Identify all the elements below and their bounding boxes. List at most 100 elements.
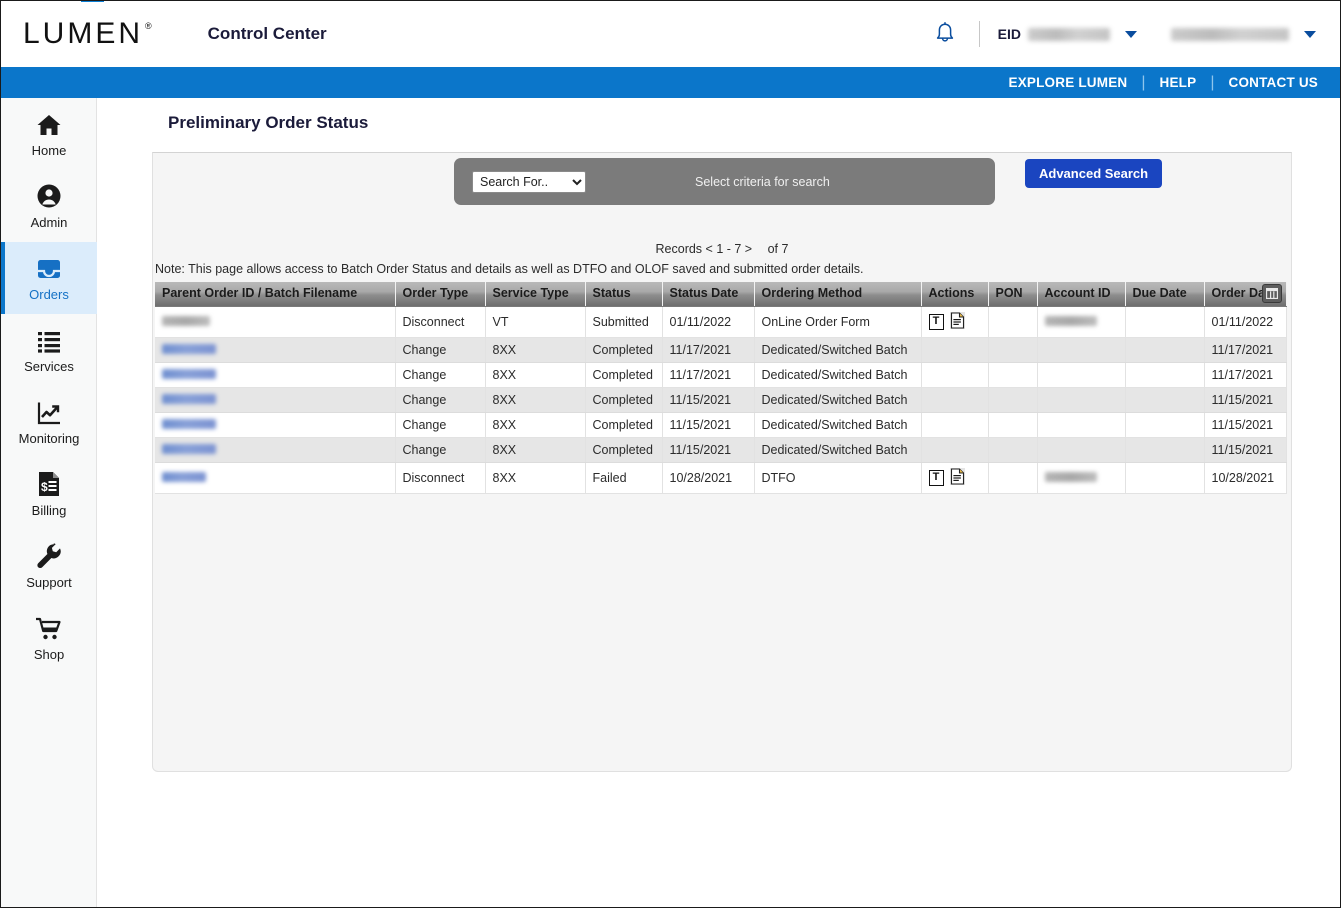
column-header-order-type[interactable]: Order Type <box>395 282 486 307</box>
cell-parent-order-id[interactable] <box>155 437 396 463</box>
sidebar-label-support: Support <box>26 574 72 590</box>
cell-parent-order-id[interactable] <box>155 387 396 413</box>
sidebar-item-monitoring[interactable]: Monitoring <box>1 386 97 458</box>
chevron-down-icon <box>1304 30 1316 38</box>
cell-status-date: 11/15/2021 <box>662 412 755 438</box>
text-icon[interactable]: T <box>928 313 944 330</box>
column-header-ordering-method[interactable]: Ordering Method <box>754 282 922 307</box>
cell-pon <box>988 306 1038 338</box>
table-row[interactable]: Disconnect VT Submitted 01/11/2022 OnLine Or… <box>155 306 1287 338</box>
text-icon[interactable]: T <box>928 469 944 486</box>
sidebar-item-support[interactable]: Support <box>1 530 97 602</box>
cell-status: Completed <box>585 362 663 388</box>
advanced-search-button[interactable]: Advanced Search <box>1025 159 1163 188</box>
cell-parent-order-id[interactable] <box>155 337 396 363</box>
column-header-order-date[interactable]: Order Date <box>1204 282 1287 307</box>
nav-contact-us[interactable]: CONTACT US <box>1229 75 1319 90</box>
cell-parent-order-id[interactable] <box>155 412 396 438</box>
column-header-status-date[interactable]: Status Date <box>662 282 755 307</box>
parent-order-id-redacted[interactable] <box>162 418 216 429</box>
cell-account-id <box>1037 337 1126 363</box>
column-header-actions[interactable]: Actions <box>921 282 989 307</box>
parent-order-id-redacted[interactable] <box>162 471 206 482</box>
parent-order-id-redacted[interactable] <box>162 315 210 326</box>
parent-order-id-redacted[interactable] <box>162 443 216 454</box>
column-header-pon[interactable]: PON <box>988 282 1038 307</box>
cell-ordering-method: OnLine Order Form <box>754 306 922 338</box>
nav-explore-lumen[interactable]: EXPLORE LUMEN <box>1009 75 1128 90</box>
cell-actions <box>921 362 989 388</box>
parent-order-id-redacted[interactable] <box>162 343 216 354</box>
sidebar-item-home[interactable]: Home <box>1 98 97 170</box>
table-grid-icon[interactable] <box>1261 284 1282 303</box>
cell-pon <box>988 387 1038 413</box>
chevron-down-icon <box>1125 30 1137 38</box>
sidebar-item-admin[interactable]: Admin <box>1 170 97 242</box>
table-row[interactable]: Change 8XX Completed 11/17/2021 Dedicated/Sw… <box>155 337 1287 363</box>
sidebar-item-billing[interactable]: $ Billing <box>1 458 97 530</box>
table-row[interactable]: Change 8XX Completed 11/15/2021 Dedicated/Sw… <box>155 412 1287 438</box>
sidebar-item-orders[interactable]: Orders <box>1 242 97 314</box>
column-header-status[interactable]: Status <box>585 282 663 307</box>
global-header: LUMEN ® Control Center EID <box>1 1 1340 67</box>
user-name-redacted <box>1171 27 1289 41</box>
notifications-bell-icon[interactable] <box>929 18 961 50</box>
cell-account-id <box>1037 437 1126 463</box>
cell-due-date <box>1125 462 1205 494</box>
cell-actions <box>921 412 989 438</box>
cell-pon <box>988 337 1038 363</box>
nav-help[interactable]: HELP <box>1160 75 1197 90</box>
cell-parent-order-id[interactable] <box>155 462 396 494</box>
lumen-logo[interactable]: LUMEN ® <box>23 1 152 49</box>
cell-parent-order-id[interactable] <box>155 362 396 388</box>
header-right-cluster: EID <box>929 18 1316 50</box>
eid-selector[interactable]: EID <box>998 26 1137 42</box>
document-icon[interactable] <box>949 467 965 488</box>
table-row[interactable]: Change 8XX Completed 11/15/2021 Dedicated/Sw… <box>155 437 1287 463</box>
utility-nav-bar: EXPLORE LUMEN | HELP | CONTACT US <box>1 67 1340 98</box>
cell-ordering-method: Dedicated/Switched Batch <box>754 387 922 413</box>
cell-service-type: 8XX <box>485 387 586 413</box>
parent-order-id-redacted[interactable] <box>162 368 216 379</box>
cell-parent-order-id[interactable] <box>155 306 396 338</box>
svg-text:$: $ <box>41 480 48 494</box>
sidebar-label-admin: Admin <box>30 214 68 230</box>
records-range[interactable]: < 1 - 7 > <box>706 242 753 256</box>
column-header-service-type[interactable]: Service Type <box>485 282 586 307</box>
cell-service-type: 8XX <box>485 337 586 363</box>
column-header-parent-order-id[interactable]: Parent Order ID / Batch Filename <box>155 282 396 307</box>
document-icon[interactable] <box>949 311 965 332</box>
search-toolbar: Search For.. Select criteria for search … <box>153 153 1291 211</box>
column-header-account-id[interactable]: Account ID <box>1037 282 1126 307</box>
action-icon-group: T <box>928 311 988 332</box>
cell-order-type: Disconnect <box>395 462 486 494</box>
column-header-due-date[interactable]: Due Date <box>1125 282 1205 307</box>
table-row[interactable]: Disconnect 8XX Failed 10/28/2021 DTFO T 10/28/… <box>155 462 1287 494</box>
cell-status-date: 11/15/2021 <box>662 387 755 413</box>
search-criteria-hint: Select criteria for search <box>695 174 830 189</box>
sidebar-item-services[interactable]: Services <box>1 314 97 386</box>
wrench-icon <box>36 542 62 569</box>
cell-order-type: Disconnect <box>395 306 486 338</box>
search-for-select[interactable]: Search For.. <box>472 170 586 193</box>
cell-order-date: 11/15/2021 <box>1204 437 1287 463</box>
account-id-redacted <box>1044 315 1097 326</box>
cell-order-date: 10/28/2021 <box>1204 462 1287 494</box>
user-circle-icon <box>36 183 62 209</box>
user-account-menu[interactable] <box>1137 27 1316 41</box>
table-row[interactable]: Change 8XX Completed 11/15/2021 Dedicated/Sw… <box>155 387 1287 413</box>
cell-status: Submitted <box>585 306 663 338</box>
page-title: Preliminary Order Status <box>168 113 369 132</box>
table-row[interactable]: Change 8XX Completed 11/17/2021 Dedicated/Sw… <box>155 362 1287 388</box>
cell-service-type: 8XX <box>485 362 586 388</box>
cell-due-date <box>1125 437 1205 463</box>
cell-order-date: 01/11/2022 <box>1204 306 1287 338</box>
cell-order-date: 11/17/2021 <box>1204 337 1287 363</box>
parent-order-id-redacted[interactable] <box>162 393 216 404</box>
cell-due-date <box>1125 412 1205 438</box>
sidebar-item-shop[interactable]: Shop <box>1 602 97 674</box>
cell-service-type: 8XX <box>485 462 586 494</box>
sidebar-label-monitoring: Monitoring <box>18 430 80 446</box>
lumen-logo-accent-bar <box>81 1 104 2</box>
cell-status-date: 11/15/2021 <box>662 437 755 463</box>
